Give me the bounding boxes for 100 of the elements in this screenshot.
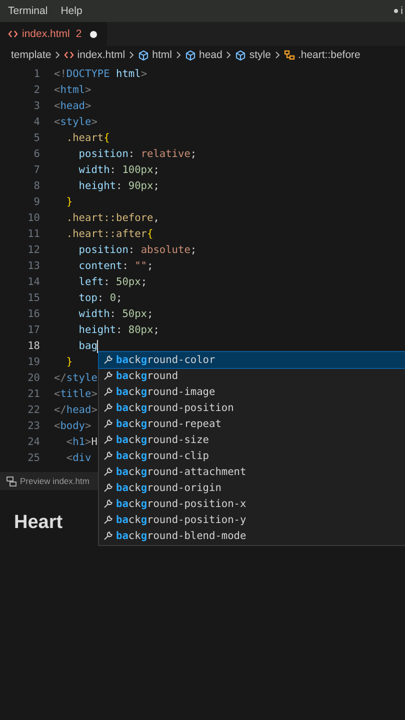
suggestion-item[interactable]: background-position-x — [99, 496, 405, 512]
line-number: 11 — [26, 228, 41, 240]
code-line: .heart::before, — [65, 212, 160, 224]
breadcrumb-item[interactable]: head — [198, 49, 222, 61]
chevron-icon — [54, 51, 62, 59]
breadcrumb-item[interactable]: html — [152, 49, 172, 61]
suggestion-item[interactable]: background-position-y — [99, 512, 405, 528]
breadcrumb-item[interactable]: index.html — [77, 49, 126, 61]
suggestion-item[interactable]: background-clip — [99, 448, 405, 464]
line-number: 15 — [26, 292, 41, 304]
wrench-icon — [103, 483, 113, 493]
code-line: position: relative; — [78, 148, 197, 160]
structure-icon — [284, 50, 295, 60]
line-number: 10 — [26, 212, 41, 224]
breadcrumb-item[interactable]: .heart::before — [298, 49, 360, 61]
breadcrumb-item[interactable]: template — [11, 49, 52, 61]
line-number: 1 — [32, 68, 41, 80]
line-number: 17 — [26, 324, 41, 336]
line-number: 25 — [26, 452, 41, 464]
line-number: 6 — [32, 148, 41, 160]
code-line: <html> — [54, 84, 92, 96]
code-line: .heart::after{ — [65, 228, 154, 240]
code-line: <!DOCTYPE html> — [54, 68, 148, 80]
code-line: <head> — [54, 100, 92, 112]
line-number: 9 — [32, 196, 41, 208]
suggestion-item[interactable]: background-size — [99, 432, 405, 448]
chevron-icon — [128, 51, 136, 59]
line-number: 23 — [26, 420, 41, 432]
code-icon — [64, 51, 74, 59]
code-line: </style — [54, 372, 98, 384]
editor-tab[interactable]: index.html 2 — [0, 22, 107, 46]
wrench-icon — [103, 403, 113, 413]
wrench-icon — [103, 499, 113, 509]
cube-icon — [235, 50, 246, 60]
line-number: 14 — [26, 276, 41, 288]
code-line: </head> — [54, 404, 98, 416]
line-number: 2 — [32, 84, 41, 96]
suggestion-item[interactable]: background-image — [99, 384, 405, 400]
line-number: 3 — [32, 100, 41, 112]
suggestion-item[interactable]: background-attachment — [99, 464, 405, 480]
line-number: 5 — [32, 132, 41, 144]
code-line: content: ""; — [78, 260, 154, 272]
suggestion-item[interactable]: background-blend-mode — [99, 528, 405, 544]
preview-heading: Heart — [14, 512, 63, 534]
suggestion-item[interactable]: background-position — [99, 400, 405, 416]
code-line: top: 0; — [78, 292, 122, 304]
problem-count: 2 — [76, 28, 82, 40]
preview-tab[interactable]: Preview index.htm — [0, 472, 90, 490]
line-number: 13 — [26, 260, 41, 272]
code-line: bag — [78, 340, 98, 352]
code-line: <div — [65, 452, 92, 464]
wrench-icon — [103, 451, 113, 461]
cube-icon — [184, 50, 196, 60]
dot-icon — [394, 9, 398, 13]
wrench-icon — [103, 355, 113, 365]
line-number: 4 — [32, 116, 41, 128]
wrench-icon — [103, 467, 113, 477]
menu-item[interactable]: Help — [60, 5, 82, 17]
preview-icon — [6, 476, 17, 486]
cube-icon — [138, 50, 150, 60]
code-line: height: 90px; — [78, 180, 160, 192]
suggestion-item[interactable]: background — [99, 368, 405, 384]
chevron-icon — [225, 51, 232, 59]
code-line: <body> — [54, 420, 92, 432]
code-line: } — [65, 356, 73, 368]
suggestion-item[interactable]: background-origin — [99, 480, 405, 496]
code-line: <title> — [54, 388, 98, 400]
wrench-icon — [103, 435, 113, 445]
line-number: 20 — [26, 372, 41, 384]
line-number: 7 — [32, 164, 41, 176]
wrench-icon — [103, 419, 113, 429]
code-line: left: 50px; — [78, 276, 148, 288]
line-number: 19 — [26, 356, 41, 368]
tab-label: index.html — [22, 28, 70, 40]
line-number: 8 — [32, 180, 41, 192]
line-number: 24 — [26, 436, 41, 448]
line-number: 12 — [26, 244, 41, 256]
code-icon — [8, 30, 18, 38]
code-line: width: 100px; — [78, 164, 160, 176]
code-line: height: 80px; — [78, 324, 160, 336]
breadcrumb-item[interactable]: style — [249, 49, 271, 61]
chevron-icon — [174, 51, 182, 59]
code-line: } — [65, 196, 73, 208]
code-line: position: absolute; — [78, 244, 197, 256]
suggestion-item[interactable]: background-color — [99, 352, 405, 368]
line-number: 18 — [26, 340, 41, 352]
text-cursor — [97, 340, 98, 352]
wrench-icon — [103, 387, 113, 397]
line-number: 22 — [26, 404, 41, 416]
menu-item[interactable]: i — [400, 5, 403, 17]
chevron-icon — [274, 51, 281, 59]
code-line: <style> — [54, 116, 98, 128]
wrench-icon — [103, 531, 113, 541]
line-number: 16 — [26, 308, 41, 320]
line-number: 21 — [26, 388, 41, 400]
code-line: width: 50px; — [78, 308, 154, 320]
code-line: <h1>H — [65, 436, 98, 448]
menu-item[interactable]: Terminal — [8, 5, 48, 17]
wrench-icon — [103, 515, 113, 525]
suggestion-item[interactable]: background-repeat — [99, 416, 405, 432]
